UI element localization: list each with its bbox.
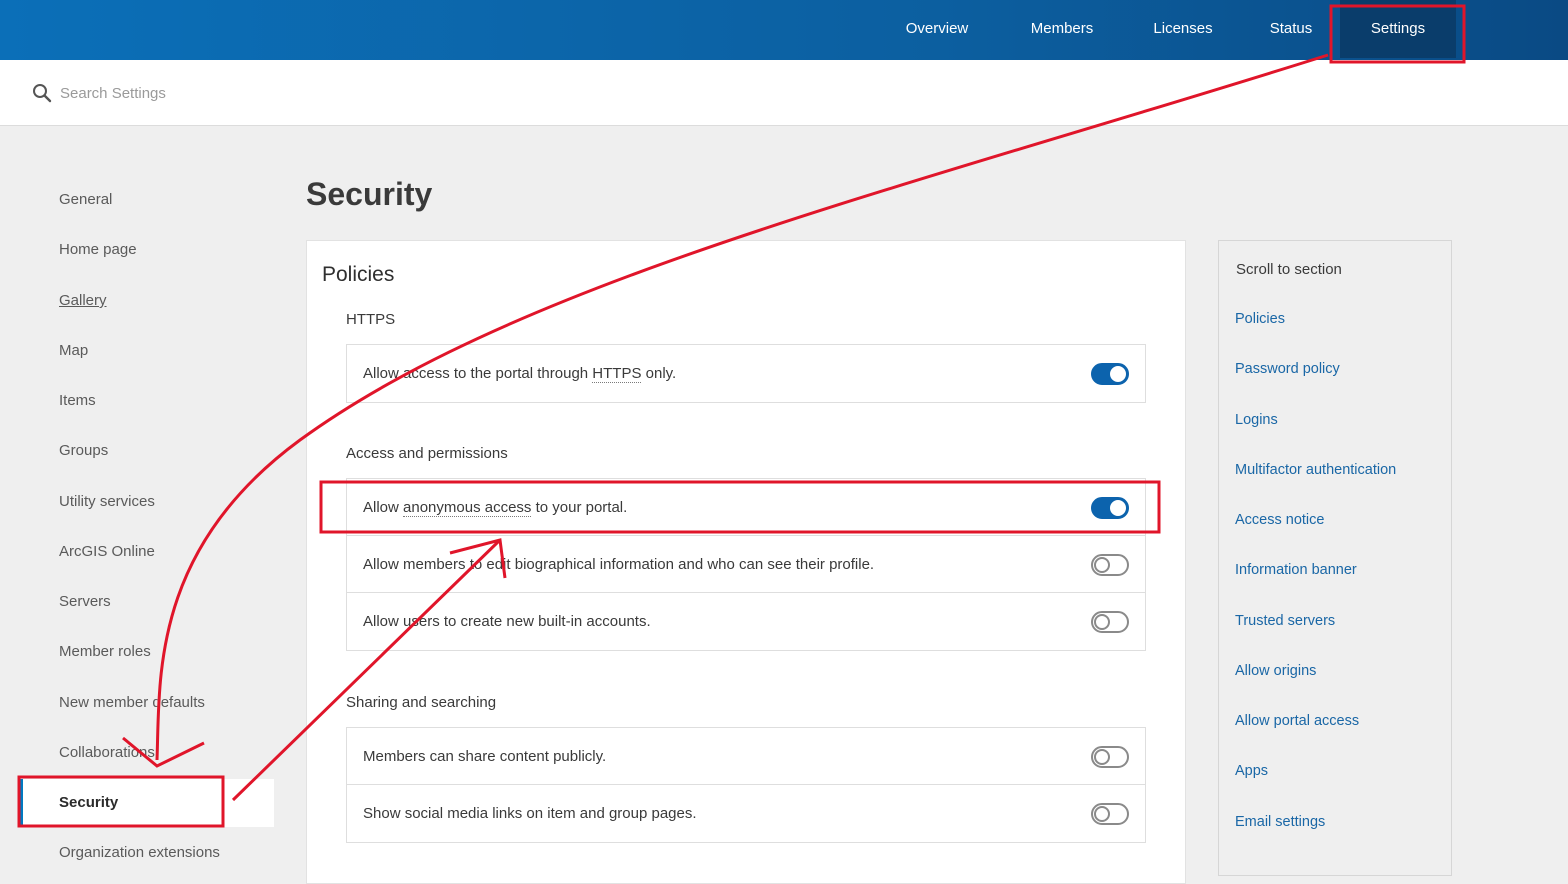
section-link-trusted-servers[interactable]: Trusted servers (1235, 613, 1335, 629)
setting-row-edit-biographical-info: Allow members to edit biographical infor… (347, 536, 1145, 593)
setting-row-share-publicly: Members can share content publicly. (347, 728, 1145, 785)
share-publicly-toggle[interactable] (1091, 746, 1129, 768)
toggle-knob (1110, 500, 1126, 516)
section-link-email-settings[interactable]: Email settings (1235, 814, 1325, 830)
sidebar-item-utility-services[interactable]: Utility services (20, 478, 274, 526)
toggle-knob (1094, 557, 1110, 573)
setting-label: Members can share content publicly. (363, 747, 607, 765)
toggle-knob (1094, 749, 1110, 765)
section-link-apps[interactable]: Apps (1235, 763, 1268, 779)
setting-label: Show social media links on item and grou… (363, 805, 697, 822)
toggle-knob (1094, 614, 1110, 630)
https-term-tooltip[interactable]: HTTPS (592, 365, 642, 383)
setting-label: Allow members to edit biographical infor… (363, 555, 875, 573)
tab-status[interactable]: Status (1256, 0, 1326, 58)
sidebar-item-label: Member roles (59, 643, 151, 660)
scroll-to-section-heading: Scroll to section (1236, 261, 1342, 278)
section-link-access-notice[interactable]: Access notice (1235, 512, 1324, 528)
sidebar-item-label: ArcGIS Online (59, 543, 155, 560)
section-link-allow-portal-access[interactable]: Allow portal access (1235, 713, 1359, 729)
toggle-knob (1094, 806, 1110, 822)
setting-row-https-only: Allow access to the portal through HTTPS… (347, 345, 1145, 402)
section-link-password-policy[interactable]: Password policy (1235, 361, 1340, 377)
sidebar-item-label: Gallery (59, 292, 107, 309)
settings-search-bar (0, 60, 1568, 126)
scroll-to-section-panel: Scroll to section Policies Password poli… (1218, 240, 1452, 876)
anonymous-access-term-tooltip[interactable]: anonymous access (403, 498, 532, 517)
page-title: Security (306, 176, 433, 212)
search-input[interactable] (60, 80, 460, 106)
setting-label: Allow access to the portal through HTTPS… (363, 365, 677, 383)
sidebar-item-label: Groups (59, 442, 109, 459)
sharing-settings-list: Members can share content publicly. Show… (346, 727, 1146, 843)
sidebar-item-security[interactable]: Security (20, 779, 274, 827)
social-media-links-toggle[interactable] (1091, 803, 1129, 825)
sidebar-item-label: Utility services (59, 493, 155, 510)
section-link-allow-origins[interactable]: Allow origins (1235, 663, 1316, 679)
built-in-accounts-toggle[interactable] (1091, 611, 1129, 633)
sidebar-item-organization-extensions[interactable]: Organization extensions (20, 829, 274, 877)
setting-label: Allow users to create new built-in accou… (363, 613, 651, 630)
sidebar-item-general[interactable]: General (20, 176, 274, 224)
section-link-logins[interactable]: Logins (1235, 412, 1278, 428)
section-link-information-banner[interactable]: Information banner (1235, 562, 1357, 578)
tab-members[interactable]: Members (1012, 0, 1112, 58)
sidebar-item-servers[interactable]: Servers (20, 578, 274, 626)
sidebar-item-home-page[interactable]: Home page (20, 226, 274, 274)
access-permissions-heading: Access and permissions (346, 445, 508, 462)
setting-label: Allow anonymous access to your portal. (363, 498, 628, 517)
sidebar-item-new-member-defaults[interactable]: New member defaults (20, 679, 274, 727)
https-heading: HTTPS (346, 311, 396, 328)
access-settings-list: Allow anonymous access to your portal. A… (346, 478, 1146, 651)
sidebar-item-label: Security (59, 794, 119, 811)
setting-row-anonymous-access: Allow anonymous access to your portal. (347, 479, 1145, 536)
section-link-multifactor-authentication[interactable]: Multifactor authentication (1235, 462, 1396, 478)
sidebar-item-gallery[interactable]: Gallery (20, 277, 274, 325)
setting-row-social-media-links: Show social media links on item and grou… (347, 785, 1145, 842)
sidebar-item-map[interactable]: Map (20, 327, 274, 375)
policies-card: Policies HTTPS Allow access to the porta… (306, 240, 1186, 884)
https-only-toggle[interactable] (1091, 363, 1129, 385)
sharing-searching-heading: Sharing and searching (346, 694, 497, 711)
search-icon (33, 84, 52, 103)
setting-row-built-in-accounts: Allow users to create new built-in accou… (347, 593, 1145, 650)
sidebar-item-label: Organization extensions (59, 844, 220, 861)
policies-heading: Policies (322, 263, 395, 286)
sidebar-item-label: General (59, 191, 113, 208)
sidebar-item-arcgis-online[interactable]: ArcGIS Online (20, 528, 274, 576)
sidebar-item-label: Collaborations (59, 744, 155, 761)
toggle-knob (1110, 366, 1126, 382)
anonymous-access-toggle[interactable] (1091, 497, 1129, 519)
top-navigation-bar: Overview Members Licenses Status Setting… (0, 0, 1568, 60)
sidebar-item-label: Items (59, 392, 96, 409)
sidebar-item-label: Servers (59, 593, 111, 610)
tab-licenses[interactable]: Licenses (1140, 0, 1226, 58)
sidebar-item-collaborations[interactable]: Collaborations (20, 729, 274, 777)
sidebar-item-items[interactable]: Items (20, 377, 274, 425)
tab-settings[interactable]: Settings (1340, 0, 1456, 58)
sidebar-item-label: Map (59, 342, 89, 359)
https-settings-list: Allow access to the portal through HTTPS… (346, 344, 1146, 403)
section-link-policies[interactable]: Policies (1235, 311, 1285, 327)
sidebar-item-label: Home page (59, 241, 137, 258)
edit-biographical-info-toggle[interactable] (1091, 554, 1129, 576)
sidebar-item-member-roles[interactable]: Member roles (20, 628, 274, 676)
sidebar-item-label: New member defaults (59, 694, 205, 711)
sidebar-item-groups[interactable]: Groups (20, 427, 274, 475)
tab-overview[interactable]: Overview (890, 0, 984, 58)
